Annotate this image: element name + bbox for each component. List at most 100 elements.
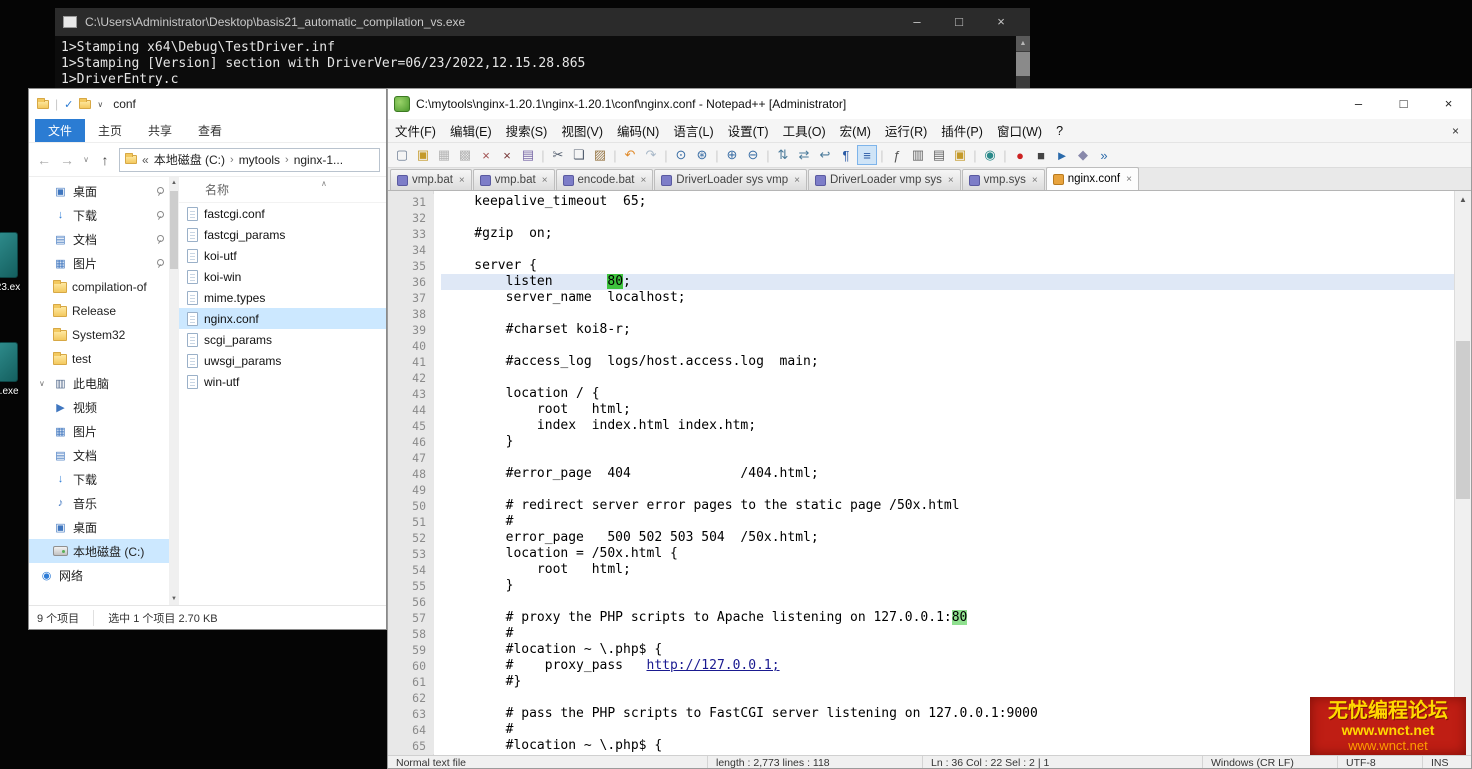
menu-item[interactable]: 编码(N): [610, 121, 666, 140]
editor-line[interactable]: 39 #charset koi8-r;: [388, 322, 1454, 338]
editor-line[interactable]: 41 #access_log logs/host.access.log main…: [388, 354, 1454, 370]
editor-line[interactable]: 65 #location ~ \.php$ {: [388, 738, 1454, 754]
editor-line-text[interactable]: [441, 338, 1454, 354]
console-scrollbar-thumb[interactable]: [1016, 52, 1030, 76]
editor-line-text[interactable]: #charset koi8-r;: [441, 322, 1454, 338]
editor-line-text[interactable]: index index.html index.htm;: [441, 418, 1454, 434]
notepad-titlebar[interactable]: C:\mytools\nginx-1.20.1\nginx-1.20.1\con…: [388, 89, 1471, 119]
tab-close-icon[interactable]: ×: [542, 175, 548, 186]
editor-line[interactable]: 36 listen 80;: [388, 274, 1454, 290]
editor-line-text[interactable]: location = /50x.html {: [441, 546, 1454, 562]
editor-line[interactable]: 37 server_name localhost;: [388, 290, 1454, 306]
editor-line[interactable]: 62: [388, 690, 1454, 706]
editor-line[interactable]: 58 #: [388, 626, 1454, 642]
nav-item[interactable]: ↓下载: [29, 467, 169, 491]
editor-line[interactable]: 51 #: [388, 514, 1454, 530]
open-file-icon[interactable]: ▣: [413, 145, 433, 165]
editor-line-text[interactable]: [441, 450, 1454, 466]
npp-tab[interactable]: vmp.bat×: [473, 169, 555, 190]
notepad-close-icon[interactable]: ×: [1426, 89, 1471, 119]
nav-scrollbar-thumb[interactable]: [170, 191, 178, 269]
tab-close-icon[interactable]: ×: [459, 175, 465, 186]
editor-line-text[interactable]: [441, 370, 1454, 386]
scroll-down-icon[interactable]: ▼: [169, 593, 179, 605]
notepad-maximize-icon[interactable]: □: [1381, 89, 1426, 119]
editor-line-text[interactable]: #: [441, 514, 1454, 530]
nav-item[interactable]: ↓下载: [29, 203, 169, 227]
file-row[interactable]: mime.types: [179, 287, 386, 308]
editor-line-text[interactable]: #access_log logs/host.access.log main;: [441, 354, 1454, 370]
tab-close-icon[interactable]: ×: [1032, 175, 1038, 186]
editor-scrollbar-thumb[interactable]: [1456, 341, 1470, 499]
nav-item[interactable]: ◉网络: [29, 563, 169, 587]
nav-item[interactable]: 本地磁盘 (C:): [29, 539, 169, 563]
menu-item[interactable]: 工具(O): [776, 121, 833, 140]
editor-line[interactable]: 64 #: [388, 722, 1454, 738]
history-dropdown-icon[interactable]: ∨: [81, 155, 91, 164]
menu-item[interactable]: 文件(F): [388, 121, 443, 140]
editor-line[interactable]: 44 root html;: [388, 402, 1454, 418]
status-insert-mode[interactable]: INS: [1423, 756, 1471, 768]
editor-line-text[interactable]: #: [441, 722, 1454, 738]
show-all-characters-icon[interactable]: ¶: [836, 145, 856, 165]
editor-line-text[interactable]: # pass the PHP scripts to FastCGI server…: [441, 706, 1454, 722]
menu-item[interactable]: 设置(T): [721, 121, 776, 140]
file-row[interactable]: scgi_params: [179, 329, 386, 350]
editor-line[interactable]: 38: [388, 306, 1454, 322]
editor-line[interactable]: 63 # pass the PHP scripts to FastCGI ser…: [388, 706, 1454, 722]
file-row[interactable]: fastcgi.conf: [179, 203, 386, 224]
editor-scrollbar[interactable]: ▲ ▼: [1454, 191, 1471, 755]
editor-line-text[interactable]: #gzip on;: [441, 226, 1454, 242]
redo-icon[interactable]: ↷: [641, 145, 661, 165]
replace-icon[interactable]: ⊛: [692, 145, 712, 165]
tab-close-icon[interactable]: ×: [948, 175, 954, 186]
editor-line-text[interactable]: [441, 594, 1454, 610]
qat-properties-icon[interactable]: ✓: [64, 98, 73, 111]
npp-tab[interactable]: vmp.sys×: [962, 169, 1045, 190]
editor-line[interactable]: 60 # proxy_pass http://127.0.0.1;: [388, 658, 1454, 674]
editor-line-text[interactable]: [441, 482, 1454, 498]
nav-item[interactable]: ▦图片: [29, 251, 169, 275]
menubar-close-icon[interactable]: ×: [1440, 124, 1471, 138]
editor-line[interactable]: 33 #gzip on;: [388, 226, 1454, 242]
nav-item[interactable]: System32: [29, 323, 169, 347]
breadcrumb-segment[interactable]: mytools: [239, 153, 280, 167]
new-file-icon[interactable]: ▢: [392, 145, 412, 165]
menu-item[interactable]: ?: [1049, 124, 1070, 138]
editor-line-text[interactable]: [441, 306, 1454, 322]
editor[interactable]: 31 keepalive_timeout 65;3233 #gzip on;34…: [388, 191, 1471, 755]
npp-tab[interactable]: DriverLoader sys vmp×: [654, 169, 807, 190]
editor-line[interactable]: 56: [388, 594, 1454, 610]
editor-line[interactable]: 43 location / {: [388, 386, 1454, 402]
editor-line[interactable]: 59 #location ~ \.php$ {: [388, 642, 1454, 658]
file-row[interactable]: nginx.conf: [179, 308, 386, 329]
file-row[interactable]: win-utf: [179, 371, 386, 392]
editor-line-text[interactable]: }: [441, 578, 1454, 594]
nav-item[interactable]: compilation-of: [29, 275, 169, 299]
editor-line-text[interactable]: server {: [441, 258, 1454, 274]
monitoring-icon[interactable]: ◉: [980, 145, 1000, 165]
editor-line[interactable]: 32: [388, 210, 1454, 226]
editor-line[interactable]: 34: [388, 242, 1454, 258]
zoom-out-icon[interactable]: ⊖: [743, 145, 763, 165]
close-doc-icon[interactable]: ×: [476, 145, 496, 165]
console-minimize-icon[interactable]: –: [896, 8, 938, 36]
editor-text-area[interactable]: 31 keepalive_timeout 65;3233 #gzip on;34…: [388, 191, 1454, 755]
editor-line-text[interactable]: #location ~ \.php$ {: [441, 738, 1454, 754]
editor-line[interactable]: 35 server {: [388, 258, 1454, 274]
editor-line-text[interactable]: root html;: [441, 562, 1454, 578]
save-icon[interactable]: ▦: [434, 145, 454, 165]
indent-guide-icon[interactable]: ≡: [857, 145, 877, 165]
undo-icon[interactable]: ↶: [620, 145, 640, 165]
nav-item[interactable]: ▣桌面: [29, 179, 169, 203]
file-row[interactable]: koi-utf: [179, 245, 386, 266]
menu-item[interactable]: 搜索(S): [499, 121, 555, 140]
folder-as-workspace-icon[interactable]: ▣: [950, 145, 970, 165]
editor-line-text[interactable]: keepalive_timeout 65;: [441, 194, 1454, 210]
sync-horizontal-icon[interactable]: ⇄: [794, 145, 814, 165]
menu-item[interactable]: 插件(P): [934, 121, 990, 140]
editor-line-text[interactable]: location / {: [441, 386, 1454, 402]
editor-line-text[interactable]: #error_page 404 /404.html;: [441, 466, 1454, 482]
paste-icon[interactable]: ▨: [590, 145, 610, 165]
address-bar[interactable]: «本地磁盘 (C:)›mytools›nginx-1...: [119, 148, 380, 172]
